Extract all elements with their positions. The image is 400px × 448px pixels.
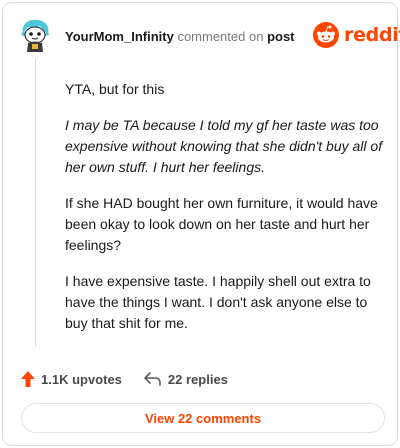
thread-line (35, 59, 36, 347)
comment-actions: 1.1K upvotes 22 replies (21, 369, 228, 389)
comment-card: YourMom_Infinity commented on post reddi… (2, 2, 400, 446)
replies-button[interactable]: 22 replies (144, 372, 228, 387)
comment-quote: I may be TA because I told my gf her tas… (65, 117, 383, 175)
upvote-button[interactable]: 1.1K upvotes (21, 371, 122, 387)
upvote-count: 1.1K upvotes (41, 371, 122, 387)
post-link[interactable]: post (267, 29, 294, 44)
upvote-arrow-icon (21, 371, 35, 387)
action-text: commented on (177, 29, 264, 44)
reply-arrow-icon (144, 372, 161, 386)
reddit-snoo-icon (313, 22, 339, 48)
user-avatar-icon[interactable] (17, 17, 53, 53)
username-link[interactable]: YourMom_Infinity (65, 29, 174, 44)
reddit-brand[interactable]: reddit (313, 21, 400, 49)
comment-body: YTA, but for this I may be TA because I … (65, 79, 383, 349)
reddit-wordmark: reddit (344, 24, 400, 46)
comment-paragraph: If she HAD bought her own furniture, it … (65, 195, 378, 253)
reply-count: 22 replies (167, 371, 228, 387)
comment-header: YourMom_Infinity commented on post (65, 29, 295, 45)
comment-paragraph: I have expensive taste. I happily shell … (65, 273, 371, 331)
view-comments-button[interactable]: View 22 comments (21, 403, 385, 433)
comment-paragraph: YTA, but for this (65, 81, 165, 97)
